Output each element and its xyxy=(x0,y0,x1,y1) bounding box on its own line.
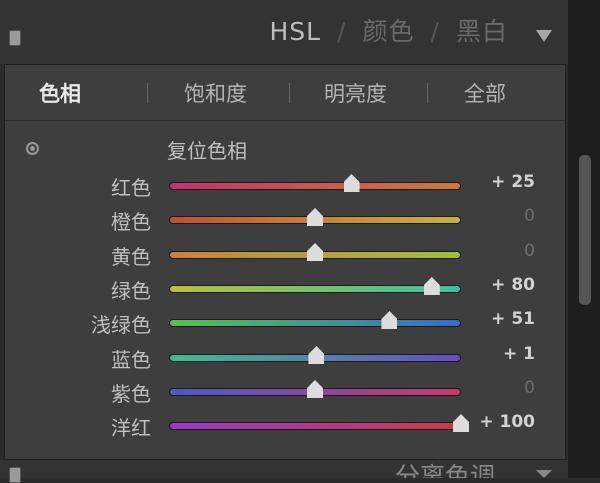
slider-row: 绿色 + 80 xyxy=(5,274,565,304)
subtab-saturation[interactable]: 饱和度 xyxy=(184,78,247,108)
header-tabs: HSL / 颜色 / 黑白 xyxy=(269,12,508,48)
triangle-down-icon[interactable] xyxy=(536,470,552,478)
target-reset-icon[interactable] xyxy=(26,142,39,155)
reset-hue-button[interactable]: 复位色相 xyxy=(167,135,247,164)
slider-label: 洋红 xyxy=(111,416,151,440)
subtab-hue[interactable]: 色相 xyxy=(39,78,81,108)
slider-value[interactable]: + 51 xyxy=(491,309,535,329)
panel-toggle-icon[interactable] xyxy=(9,467,21,483)
tab-hsl[interactable]: HSL xyxy=(269,17,321,46)
slider-label: 橙色 xyxy=(111,210,151,234)
tab-separator: / xyxy=(430,17,440,46)
slider-thumb[interactable] xyxy=(307,208,323,226)
slider-thumb[interactable] xyxy=(423,277,440,295)
slider-track[interactable] xyxy=(169,182,461,190)
slider-thumb[interactable] xyxy=(308,346,325,364)
tab-separator: / xyxy=(337,17,347,46)
subtab-divider xyxy=(427,82,428,103)
hsl-subtabs: 色相 饱和度 明亮度 全部 xyxy=(5,65,565,121)
tab-black-white[interactable]: 黑白 xyxy=(456,17,508,46)
subtab-luminance[interactable]: 明亮度 xyxy=(324,78,387,108)
slider-row: 黄色 0 xyxy=(5,240,565,270)
slider-value[interactable]: 0 xyxy=(524,378,535,398)
slider-row: 洋红 + 100 xyxy=(5,411,565,441)
slider-thumb[interactable] xyxy=(453,414,469,432)
slider-track[interactable] xyxy=(169,319,461,327)
slider-row: 橙色 0 xyxy=(5,205,565,235)
triangle-down-icon[interactable] xyxy=(536,30,552,42)
subtab-divider xyxy=(147,82,148,103)
subtab-all[interactable]: 全部 xyxy=(464,78,506,108)
slider-thumb[interactable] xyxy=(381,311,398,329)
slider-row: 蓝色 + 1 xyxy=(5,343,565,373)
split-toning-label[interactable]: 分离色调 xyxy=(395,462,495,478)
slider-value[interactable]: 0 xyxy=(524,241,535,261)
slider-label: 浅绿色 xyxy=(91,313,151,337)
slider-value[interactable]: + 25 xyxy=(491,172,535,192)
slider-row: 浅绿色 + 51 xyxy=(5,308,565,338)
slider-row: 红色 + 25 xyxy=(5,171,565,201)
slider-label: 紫色 xyxy=(111,382,151,406)
slider-thumb[interactable] xyxy=(343,174,360,192)
hsl-panel-header: HSL / 颜色 / 黑白 xyxy=(0,0,568,64)
slider-label: 蓝色 xyxy=(111,348,151,372)
slider-track[interactable] xyxy=(169,285,461,293)
slider-label: 黄色 xyxy=(111,245,151,269)
slider-track[interactable] xyxy=(169,422,461,430)
slider-thumb[interactable] xyxy=(307,380,323,398)
slider-label: 绿色 xyxy=(111,279,151,303)
subtab-divider xyxy=(289,82,290,103)
slider-row: 紫色 0 xyxy=(5,377,565,407)
slider-value[interactable]: 0 xyxy=(524,206,535,226)
slider-value[interactable]: + 1 xyxy=(503,344,535,364)
slider-label: 红色 xyxy=(111,176,151,200)
tab-color[interactable]: 颜色 xyxy=(363,17,415,46)
slider-value[interactable]: + 80 xyxy=(491,275,535,295)
slider-value[interactable]: + 100 xyxy=(479,412,535,432)
panel-toggle-icon[interactable] xyxy=(9,30,21,46)
slider-thumb[interactable] xyxy=(307,243,323,261)
hsl-panel: 色相 饱和度 明亮度 全部 复位色相 红色 + 25 橙色 0 黄色 0 绿色 + 80 浅绿色… xyxy=(4,64,566,460)
scrollbar-thumb[interactable] xyxy=(579,155,591,305)
